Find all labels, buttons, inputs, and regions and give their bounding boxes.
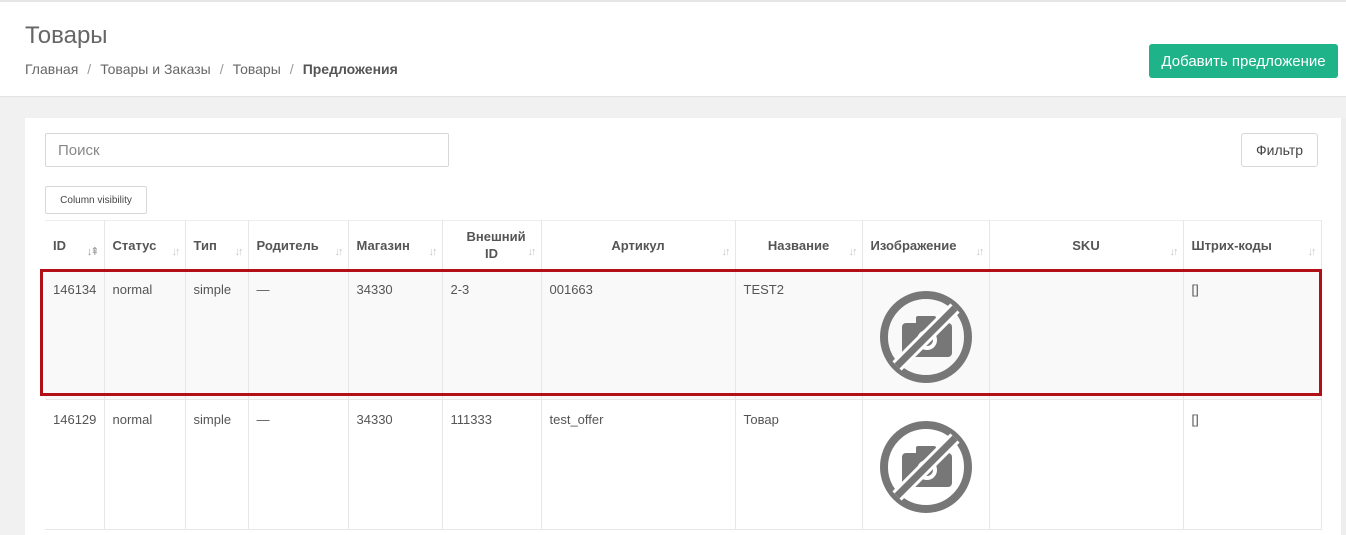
column-header-name[interactable]: Название ↓↑ <box>735 220 863 270</box>
column-header-shop[interactable]: Магазин ↓↑ <box>348 220 443 270</box>
column-header-id[interactable]: ID ↓⇞ <box>45 220 105 270</box>
filter-button[interactable]: Фильтр <box>1241 133 1318 167</box>
cell-type: simple <box>185 269 249 400</box>
cell-sku <box>989 269 1184 400</box>
add-offer-button[interactable]: Добавить предложение <box>1149 44 1338 78</box>
sort-icon: ↓↑ <box>527 246 537 258</box>
sort-icon: ↓↑ <box>171 246 181 258</box>
cell-article: 001663 <box>541 269 736 400</box>
table-row[interactable]: 146129 normal simple — 34330 111333 test… <box>45 399 1322 530</box>
cell-parent: — <box>248 269 349 400</box>
sort-icon: ↓↑ <box>428 246 438 258</box>
sort-icon: ↓↑ <box>1169 246 1179 258</box>
column-header-image[interactable]: Изображение ↓↑ <box>862 220 990 270</box>
cell-status: normal <box>104 269 186 400</box>
sort-icon: ↓↑ <box>848 246 858 258</box>
breadcrumb-separator: / <box>87 61 92 77</box>
column-header-sku[interactable]: SKU ↓↑ <box>989 220 1184 270</box>
cell-name: Товар <box>735 399 863 530</box>
breadcrumb-item-goods[interactable]: Товары <box>233 61 281 77</box>
cell-article: test_offer <box>541 399 736 530</box>
sort-icon: ↓↑ <box>721 246 731 258</box>
cell-image <box>862 399 990 530</box>
cell-sku <box>989 399 1184 530</box>
column-visibility-button[interactable]: Column visibility <box>45 186 147 214</box>
cell-parent: — <box>248 399 349 530</box>
cell-external-id: 111333 <box>442 399 542 530</box>
page-header: Товары Главная / Товары и Заказы / Товар… <box>0 0 1346 97</box>
column-header-parent[interactable]: Родитель ↓↑ <box>248 220 349 270</box>
table-header-row: ID ↓⇞ Статус ↓↑ Тип ↓↑ Родитель ↓↑ Магазин ↓↑… <box>45 220 1322 270</box>
sort-icon: ↓↑ <box>234 246 244 258</box>
cell-image <box>862 269 990 400</box>
breadcrumb-item-offers: Предложения <box>302 61 398 77</box>
sort-icon: ↓↑ <box>334 246 344 258</box>
cell-external-id: 2-3 <box>442 269 542 400</box>
cell-shop: 34330 <box>348 269 443 400</box>
no-photo-icon <box>879 291 972 383</box>
cell-name: TEST2 <box>735 269 863 400</box>
cell-status: normal <box>104 399 186 530</box>
no-photo-icon <box>879 421 972 513</box>
column-header-status[interactable]: Статус ↓↑ <box>104 220 186 270</box>
cell-id: 146134 <box>45 269 105 400</box>
offers-panel: Фильтр Column visibility ID↓⇞ Статус↓↑ Т… <box>25 118 1346 535</box>
table-row[interactable]: 146134 normal simple — 34330 2-3 001663 … <box>45 269 1322 400</box>
breadcrumb: Главная / Товары и Заказы / Товары / Пре… <box>25 61 398 77</box>
sort-icon: ↓↑ <box>1307 246 1317 258</box>
column-header-type[interactable]: Тип ↓↑ <box>185 220 249 270</box>
breadcrumb-item-goods-orders[interactable]: Товары и Заказы <box>100 61 211 77</box>
cell-barcodes: [] <box>1183 399 1322 530</box>
cell-id: 146129 <box>45 399 105 530</box>
sort-icon: ↓↑ <box>975 246 985 258</box>
cell-type: simple <box>185 399 249 530</box>
column-header-barcodes[interactable]: Штрих-коды ↓↑ <box>1183 220 1322 270</box>
sort-desc-icon: ↓⇞ <box>86 246 100 258</box>
cell-shop: 34330 <box>348 399 443 530</box>
cell-barcodes: [] <box>1183 269 1322 400</box>
breadcrumb-separator: / <box>289 61 294 77</box>
offers-table: ID ↓⇞ Статус ↓↑ Тип ↓↑ Родитель ↓↑ Магазин ↓↑… <box>45 220 1322 530</box>
horizontal-scroll-area[interactable] <box>1341 118 1346 535</box>
page-title: Товары <box>25 22 108 49</box>
search-input[interactable] <box>45 133 449 167</box>
column-header-external-id[interactable]: Внешний ID ↓↑ <box>442 220 542 270</box>
breadcrumb-separator: / <box>219 61 224 77</box>
column-header-article[interactable]: Артикул ↓↑ <box>541 220 736 270</box>
breadcrumb-item-home[interactable]: Главная <box>25 61 78 77</box>
